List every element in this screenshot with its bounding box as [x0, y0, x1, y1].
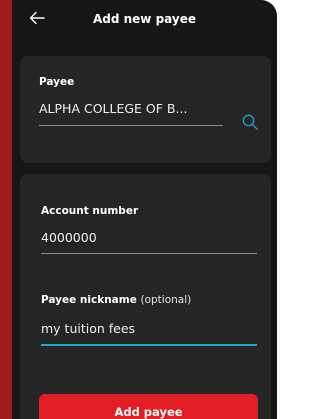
nickname-underline: [41, 344, 257, 346]
header-bar: Add new payee: [12, 0, 277, 44]
account-number-label: Account number: [41, 205, 139, 217]
account-number-underline: [41, 253, 257, 254]
nickname-label: Payee nickname (optional): [41, 294, 191, 306]
payee-label: Payee: [39, 76, 75, 88]
page-title: Add new payee: [92, 12, 196, 26]
payee-field[interactable]: ALPHA COLLEGE OF B...: [39, 101, 187, 116]
payee-underline: [39, 125, 223, 126]
side-strip: [0, 0, 12, 419]
nickname-field[interactable]: my tuition fees: [41, 321, 135, 336]
search-icon[interactable]: [241, 113, 259, 131]
payee-card: Payee ALPHA COLLEGE OF B...: [20, 56, 271, 163]
nickname-label-text: Payee nickname: [41, 294, 137, 306]
account-number-field[interactable]: 4000000: [41, 230, 97, 245]
add-payee-button[interactable]: Add payee: [39, 394, 258, 419]
nickname-optional-text: (optional): [140, 294, 192, 306]
app-window: Add new payee Payee ALPHA COLLEGE OF B..…: [12, 0, 277, 419]
account-details-card: Account number 4000000 Payee nickname (o…: [20, 174, 271, 419]
screen: Add new payee Payee ALPHA COLLEGE OF B..…: [0, 0, 281, 419]
